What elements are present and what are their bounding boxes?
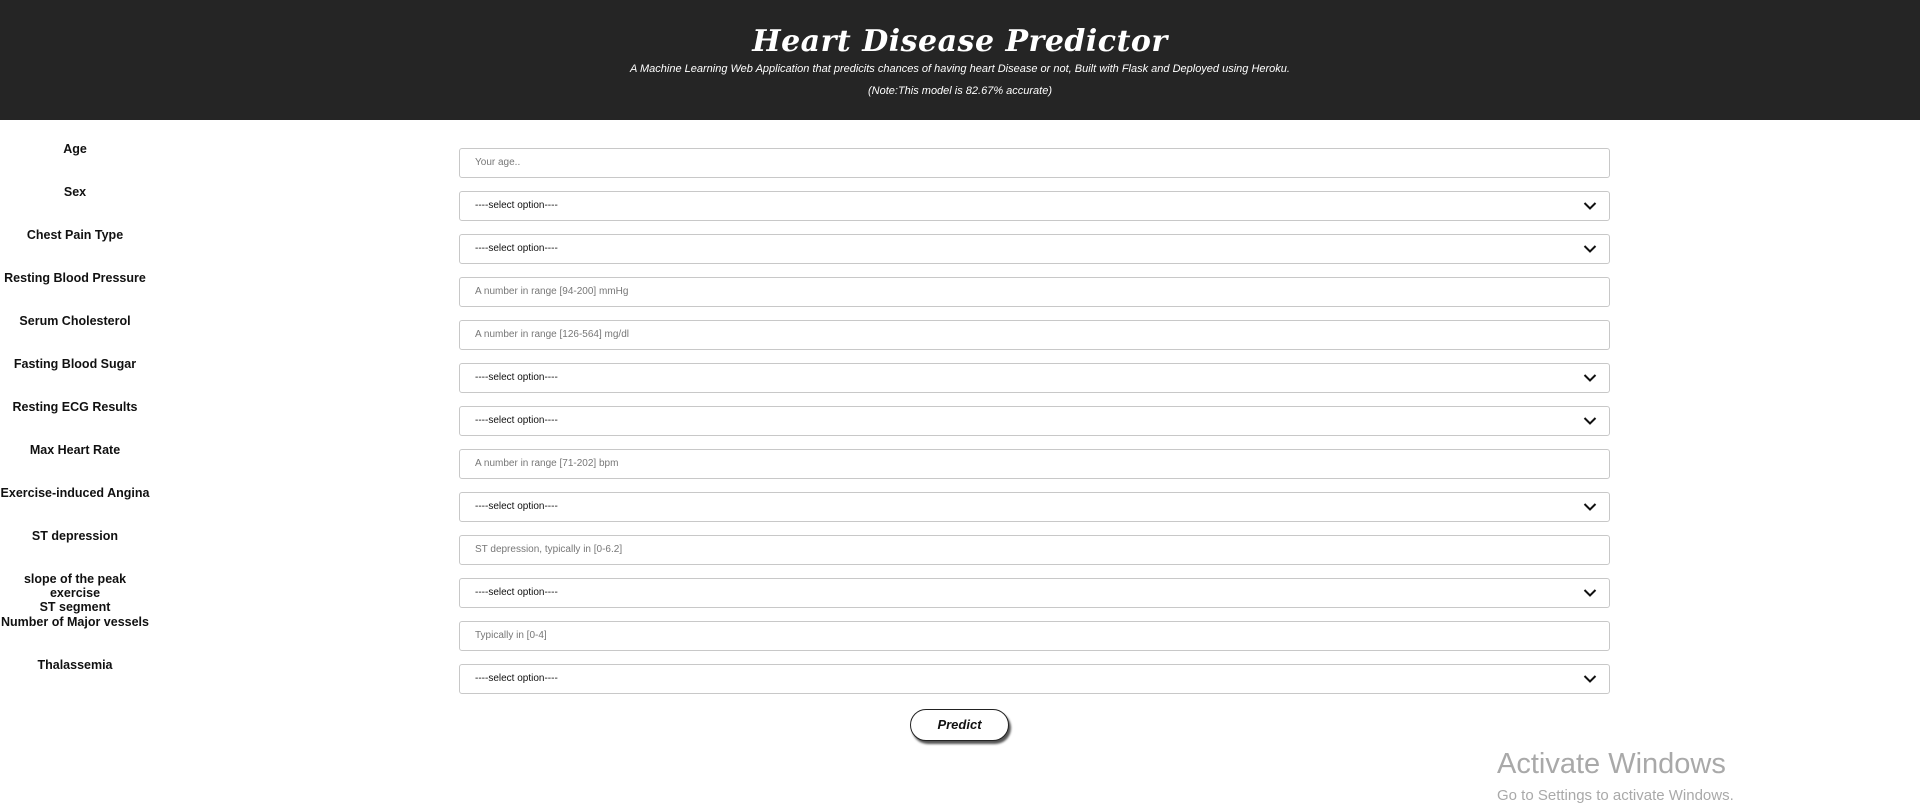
chevron-down-icon — [1583, 245, 1597, 253]
chevron-down-icon — [1583, 675, 1597, 683]
sex-select[interactable]: ----select option---- — [459, 191, 1610, 221]
max-heart-rate-input[interactable]: A number in range [71-202] bpm — [459, 449, 1610, 479]
chest-pain-type-select-value: ----select option---- — [475, 243, 558, 254]
activate-windows-hint: Go to Settings to activate Windows. — [1497, 787, 1734, 804]
resting-ecg-results-select[interactable]: ----select option---- — [459, 406, 1610, 436]
fasting-blood-sugar-select-value: ----select option---- — [475, 372, 558, 383]
chest-pain-type-label: Chest Pain Type — [26, 228, 124, 242]
exercise-induced-angina-select-value: ----select option---- — [475, 501, 558, 512]
chevron-down-icon — [1583, 417, 1597, 425]
major-vessels-label: Number of Major vessels — [1, 615, 149, 629]
exercise-induced-angina-label: Exercise-induced Angina — [0, 486, 150, 500]
predict-button[interactable]: Predict — [910, 709, 1009, 741]
age-input[interactable]: Your age.. — [459, 148, 1610, 178]
chevron-down-icon — [1583, 503, 1597, 511]
max-heart-rate-label: Max Heart Rate — [29, 443, 121, 457]
accuracy-note: (Note:This model is 82.67% accurate) — [867, 85, 1053, 97]
major-vessels-input[interactable]: Typically in [0-4] — [459, 621, 1610, 651]
st-depression-input[interactable]: ST depression, typically in [0-6.2] — [459, 535, 1610, 565]
st-slope-select-value: ----select option---- — [475, 587, 558, 598]
st-slope-label-line2: ST segment — [39, 600, 111, 614]
resting-blood-pressure-label: Resting Blood Pressure — [4, 271, 146, 285]
serum-cholesterol-input[interactable]: A number in range [126-564] mg/dl — [459, 320, 1610, 350]
serum-cholesterol-label: Serum Cholesterol — [19, 314, 131, 328]
st-slope-label: slope of the peak exercise ST segment — [0, 572, 150, 614]
sex-label: Sex — [63, 185, 87, 199]
chevron-down-icon — [1583, 202, 1597, 210]
resting-ecg-results-select-value: ----select option---- — [475, 415, 558, 426]
st-slope-label-line1: slope of the peak exercise — [23, 572, 127, 600]
page-subtitle: A Machine Learning Web Application that … — [630, 63, 1290, 75]
chevron-down-icon — [1583, 374, 1597, 382]
fasting-blood-sugar-label: Fasting Blood Sugar — [13, 357, 137, 371]
fasting-blood-sugar-select[interactable]: ----select option---- — [459, 363, 1610, 393]
chest-pain-type-select[interactable]: ----select option---- — [459, 234, 1610, 264]
thalassemia-label: Thalassemia — [37, 658, 113, 672]
page-title: Heart Disease Predictor — [752, 24, 1168, 59]
st-slope-select[interactable]: ----select option---- — [459, 578, 1610, 608]
exercise-induced-angina-select[interactable]: ----select option---- — [459, 492, 1610, 522]
thalassemia-select[interactable]: ----select option---- — [459, 664, 1610, 694]
sex-select-value: ----select option---- — [475, 200, 558, 211]
age-label: Age — [63, 142, 87, 156]
st-depression-label: ST depression — [31, 529, 119, 543]
activate-windows-watermark: Activate Windows — [1497, 748, 1726, 780]
thalassemia-select-value: ----select option---- — [475, 673, 558, 684]
app-header: Heart Disease Predictor A Machine Learni… — [0, 0, 1920, 120]
chevron-down-icon — [1583, 589, 1597, 597]
resting-ecg-results-label: Resting ECG Results — [12, 400, 138, 414]
resting-blood-pressure-input[interactable]: A number in range [94-200] mmHg — [459, 277, 1610, 307]
